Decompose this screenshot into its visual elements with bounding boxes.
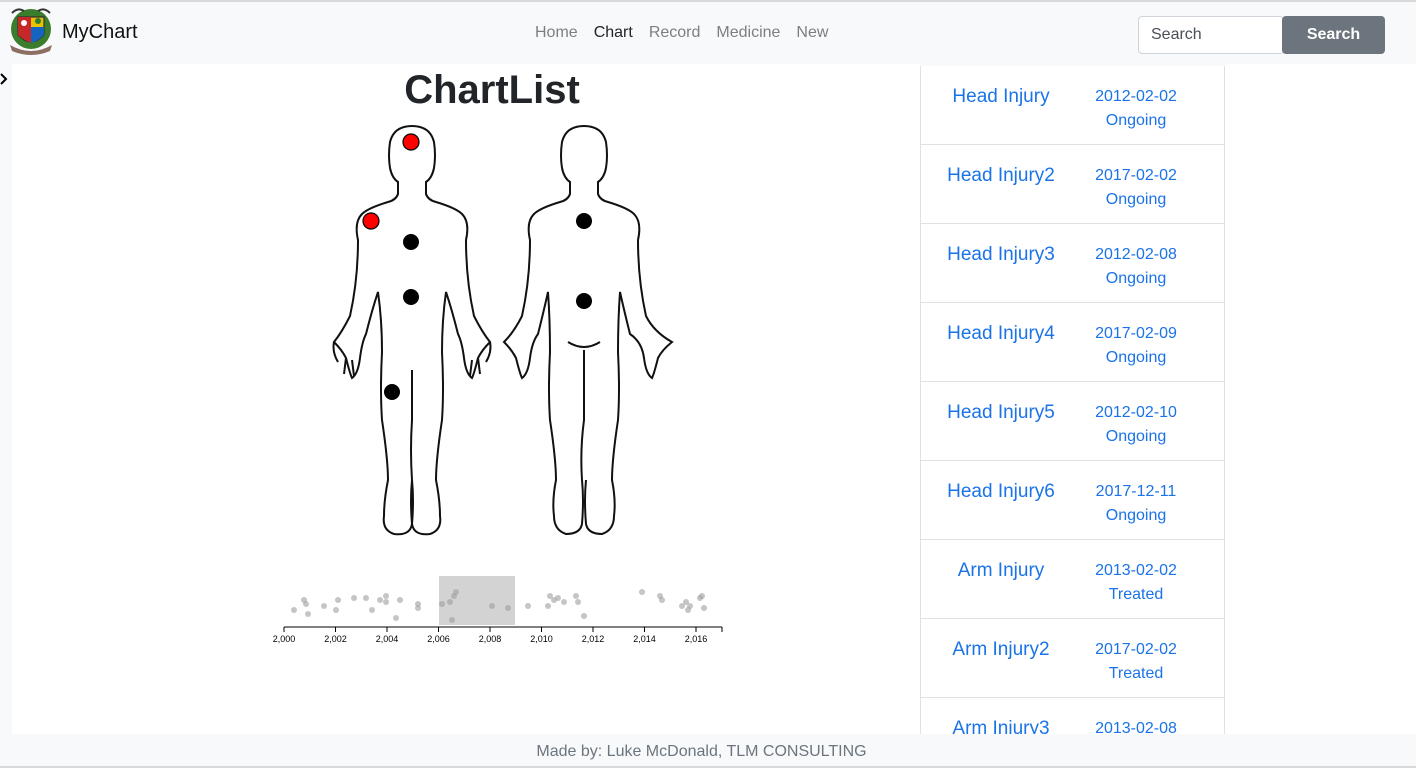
- list-item[interactable]: Head Injury4 2017-02-09 Ongoing: [921, 302, 1224, 382]
- body-diagram[interactable]: [332, 120, 676, 545]
- marker-chest[interactable]: [403, 234, 419, 250]
- right-margin: [1225, 64, 1416, 734]
- timeline-tick-label: 2,008: [479, 634, 502, 644]
- injury-date[interactable]: 2012-02-10: [1071, 404, 1201, 422]
- injury-date[interactable]: 2017-02-02: [1071, 641, 1201, 659]
- injury-name[interactable]: Arm Injury2: [921, 639, 1081, 661]
- injury-status[interactable]: Ongoing: [1071, 349, 1201, 367]
- search-input[interactable]: [1138, 16, 1284, 54]
- injury-status[interactable]: Ongoing: [1071, 270, 1201, 288]
- timeline-ticks: 2,000 2,002 2,004 2,006 2,008 2,010 2,012 2,014…: [273, 627, 708, 644]
- injury-status[interactable]: Ongoing: [1071, 191, 1201, 209]
- marker-right-thigh[interactable]: [384, 384, 400, 400]
- timeline-tick-label: 2,002: [324, 634, 347, 644]
- nav-home[interactable]: Home: [527, 24, 586, 42]
- injury-name[interactable]: Head Injury4: [921, 323, 1081, 345]
- injury-name[interactable]: Head Injury3: [921, 244, 1081, 266]
- list-item[interactable]: Head Injury3 2012-02-08 Ongoing: [921, 223, 1224, 303]
- timeline-tick-label: 2,012: [582, 634, 605, 644]
- injury-date[interactable]: 2013-02-02: [1071, 562, 1201, 580]
- injury-status[interactable]: Ongoing: [1071, 507, 1201, 525]
- marker-upper-back[interactable]: [576, 213, 592, 229]
- marker-right-shoulder[interactable]: [362, 212, 380, 230]
- nav-medicine[interactable]: Medicine: [708, 24, 788, 42]
- injury-date[interactable]: 2017-02-02: [1071, 167, 1201, 185]
- marker-head[interactable]: [402, 133, 420, 151]
- page-title: ChartList: [404, 68, 580, 112]
- front-body-outline: [332, 125, 492, 536]
- injury-date[interactable]: 2012-02-08: [1071, 246, 1201, 264]
- injury-name[interactable]: Arm Injury3: [921, 718, 1081, 734]
- injury-list: Head Injury 2012-02-02 Ongoing Head Inju…: [920, 66, 1225, 734]
- injury-date[interactable]: 2017-02-09: [1071, 325, 1201, 343]
- timeline-tick-label: 2,014: [633, 634, 656, 644]
- injury-name[interactable]: Head Injury6: [921, 481, 1081, 503]
- marker-abdomen[interactable]: [403, 289, 419, 305]
- list-item[interactable]: Arm Injury3 2013-02-08: [921, 697, 1224, 734]
- injury-date[interactable]: 2013-02-08: [1071, 720, 1201, 734]
- search-button[interactable]: Search: [1282, 16, 1385, 54]
- injury-status[interactable]: Ongoing: [1071, 112, 1201, 130]
- timeline-tick-label: 2,004: [376, 634, 399, 644]
- back-body-outline: [502, 125, 674, 536]
- injury-date[interactable]: 2017-12-11: [1071, 483, 1201, 501]
- nav-new[interactable]: New: [788, 24, 836, 42]
- timeline-tick-label: 2,006: [427, 634, 450, 644]
- navbar: MyChart Home Chart Record Medicine New S…: [0, 0, 1416, 64]
- nav-chart[interactable]: Chart: [586, 24, 641, 42]
- injury-status[interactable]: Treated: [1071, 665, 1201, 683]
- injury-date[interactable]: 2012-02-02: [1071, 88, 1201, 106]
- timeline-tick-label: 2,010: [530, 634, 553, 644]
- injury-name[interactable]: Arm Injury: [921, 560, 1081, 582]
- brand-name: MyChart: [62, 20, 138, 43]
- list-item[interactable]: Head Injury6 2017-12-11 Ongoing: [921, 460, 1224, 540]
- footer-credit: Made by: Luke McDonald, TLM CONSULTING: [536, 743, 867, 760]
- timeline-axis: [283, 626, 723, 632]
- injury-name[interactable]: Head Injury2: [921, 165, 1081, 187]
- timeline-tick-label: 2,000: [273, 634, 296, 644]
- brand[interactable]: MyChart: [4, 5, 138, 59]
- timeline-chart[interactable]: 2,000 2,002 2,004 2,006 2,008 2,010 2,012 2,014…: [268, 572, 728, 652]
- list-item[interactable]: Head Injury5 2012-02-10 Ongoing: [921, 381, 1224, 461]
- list-item[interactable]: Arm Injury 2013-02-02 Treated: [921, 539, 1224, 619]
- list-item[interactable]: Head Injury 2012-02-02 Ongoing: [921, 66, 1224, 145]
- injury-status[interactable]: Treated: [1071, 586, 1201, 604]
- footer: Made by: Luke McDonald, TLM CONSULTING: [0, 734, 1416, 768]
- list-item[interactable]: Arm Injury2 2017-02-02 Treated: [921, 618, 1224, 698]
- injury-name[interactable]: Head Injury5: [921, 402, 1081, 424]
- injury-name[interactable]: Head Injury: [921, 86, 1081, 108]
- injury-status[interactable]: Ongoing: [1071, 428, 1201, 446]
- coat-of-arms-logo-icon: [10, 8, 52, 55]
- marker-lower-back[interactable]: [576, 293, 592, 309]
- nav-record[interactable]: Record: [641, 24, 709, 42]
- nav-links: Home Chart Record Medicine New: [527, 24, 836, 42]
- list-item[interactable]: Head Injury2 2017-02-02 Ongoing: [921, 144, 1224, 224]
- timeline-tick-label: 2,016: [685, 634, 708, 644]
